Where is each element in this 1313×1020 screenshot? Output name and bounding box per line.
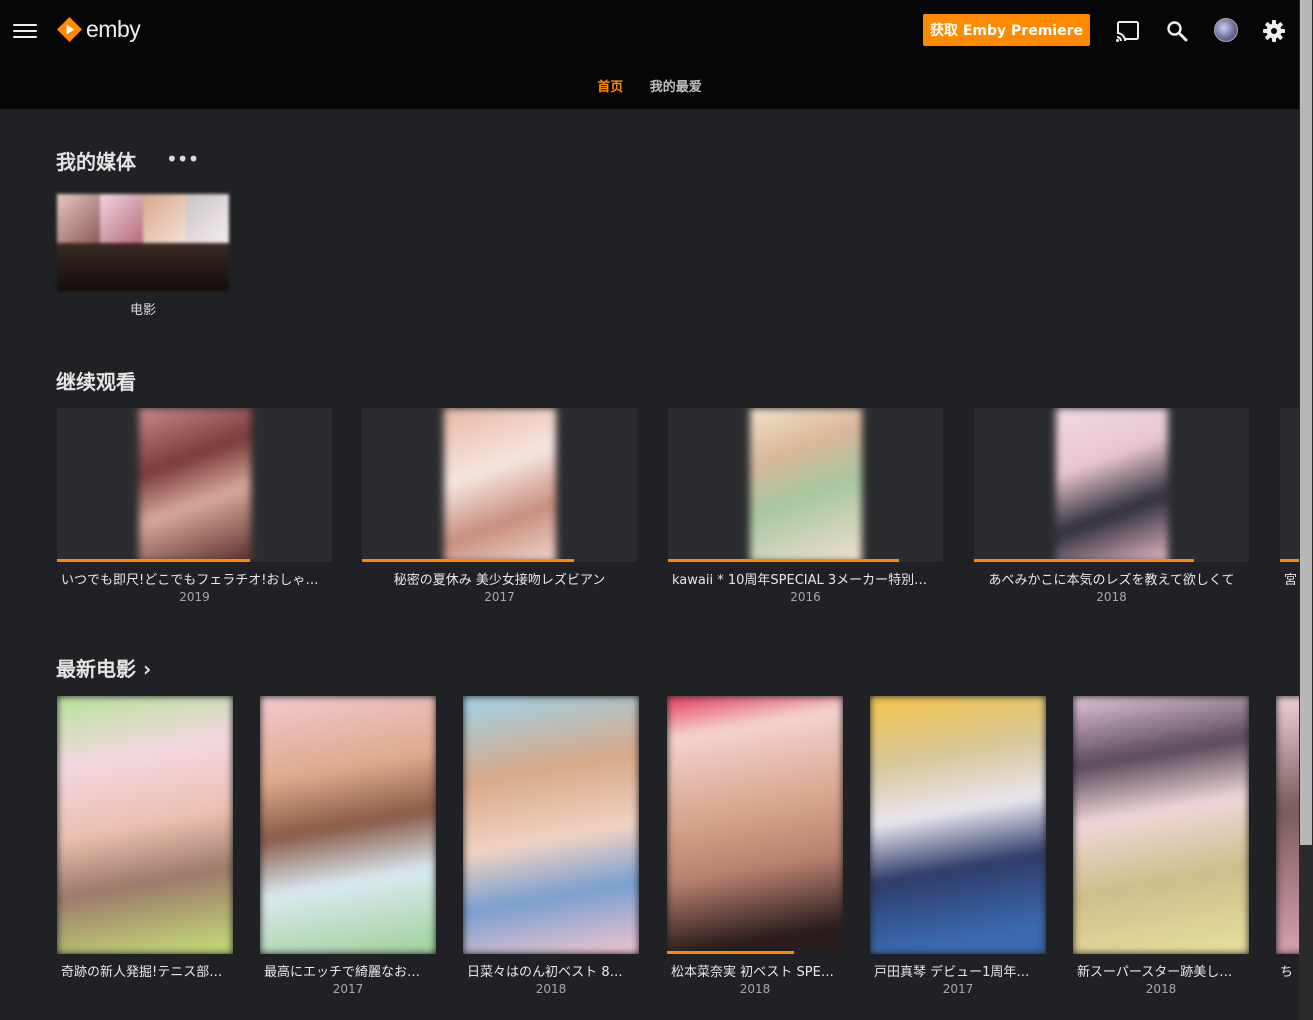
card-title: kawaii * 10周年SPECIAL 3メーカー特別コラボ [672,573,943,588]
watch-progress-bar [57,559,250,562]
card-title: いつでも即尺!どこでもフェラチオ!おしゃぶり大好きドスケベ美少女 [61,573,332,588]
movie-poster [260,696,436,954]
main-tabs: 首页 我的最爱 [0,76,1299,95]
tab-home[interactable]: 首页 [597,76,623,95]
page-scrollbar[interactable] [1299,0,1313,1020]
movie-card[interactable]: 最高にエッチで綺麗なお姉さん 2017 [260,696,436,996]
tab-favorites[interactable]: 我的最爱 [650,76,702,95]
gear-icon[interactable] [1261,18,1287,44]
movie-card[interactable]: 新スーパースター跡美しゅり 2018 [1073,696,1249,996]
continue-watching-thumbnail [974,408,1249,562]
continue-watching-thumbnail [668,408,943,562]
movie-card[interactable]: 奇跡の新人発掘!テニス部美少女 [57,696,233,982]
card-title: 松本菜奈実 初ベスト SPECIAL [671,965,843,980]
card-year: 2017 [484,590,515,604]
scrollbar-thumb[interactable] [1300,0,1312,845]
library-label: 电影 [129,303,156,318]
continue-watching-title: 继续观看 [56,370,136,394]
library-card-movies[interactable]: 电影 [57,194,229,318]
card-title: 秘密の夏休み 美少女接吻レズビアン [393,573,606,588]
card-title: 新スーパースター跡美しゅり [1077,965,1246,980]
continue-watching-card[interactable]: kawaii * 10周年SPECIAL 3メーカー特別コラボ 2016 [668,408,943,604]
card-title: 日菜々はのん初ベスト 8時間 [467,965,636,980]
card-title: 奇跡の新人発掘!テニス部美少女 [61,965,233,980]
app-header: emby 获取 Emby Premiere 首页 我的最爱 [0,0,1299,109]
emby-logo-icon [56,16,83,43]
movie-poster [667,696,843,954]
user-avatar[interactable] [1214,18,1238,42]
continue-watching-card[interactable]: 宮 [1280,408,1299,588]
watch-progress-bar [1280,559,1299,562]
card-year: 2018 [535,982,567,996]
continue-watching-thumbnail [57,408,332,562]
watch-progress-bar [362,559,574,562]
card-title: 宮 [1284,573,1298,588]
movie-poster [1276,696,1299,954]
card-title: ち [1280,965,1294,980]
hamburger-menu-icon[interactable] [13,20,37,44]
movie-poster [463,696,639,954]
library-thumbnail [57,194,229,291]
emby-logo[interactable]: emby [56,16,141,43]
latest-movies-title: 最新电影 [56,657,136,681]
continue-watching-thumbnail [1280,408,1299,562]
movie-card[interactable]: ち [1276,696,1299,980]
chevron-right-icon: › [142,657,152,681]
card-year: 2018 [1096,590,1127,604]
get-premiere-button[interactable]: 获取 Emby Premiere [923,14,1090,46]
continue-watching-thumbnail [362,408,637,562]
continue-watching-card[interactable]: あべみかこに本気のレズを教えて欲しくて 2018 [974,408,1249,604]
watch-progress-bar [974,559,1194,562]
watch-progress-bar [668,559,899,562]
my-media-title: 我的媒体 [56,150,136,174]
card-year: 2018 [1145,982,1177,996]
continue-watching-card[interactable]: 秘密の夏休み 美少女接吻レズビアン 2017 [362,408,637,604]
logo-text: emby [86,16,141,42]
watch-progress-bar [667,951,794,954]
card-year: 2017 [332,982,364,996]
search-icon[interactable] [1164,18,1190,44]
movie-poster [57,696,233,954]
card-year: 2019 [179,590,210,604]
card-year: 2018 [739,982,771,996]
card-title: 戸田真琴 デビュー1周年記念 [874,965,1043,980]
movie-card[interactable]: 日菜々はのん初ベスト 8時間 2018 [463,696,639,996]
card-title: あべみかこに本気のレズを教えて欲しくて [988,573,1235,588]
more-options-icon[interactable]: ••• [166,147,199,171]
card-year: 2017 [942,982,974,996]
movie-poster [870,696,1046,954]
continue-watching-card[interactable]: いつでも即尺!どこでもフェラチオ!おしゃぶり大好きドスケベ美少女 2019 [57,408,332,604]
card-title: 最高にエッチで綺麗なお姉さん [264,965,436,980]
latest-movies-header[interactable]: 最新电影 › [56,653,151,682]
card-year: 2016 [790,590,821,604]
movie-card[interactable]: 松本菜奈実 初ベスト SPECIAL 2018 [667,696,843,996]
cast-icon[interactable] [1115,18,1141,44]
movie-poster [1073,696,1249,954]
movie-card[interactable]: 戸田真琴 デビュー1周年記念 2017 [870,696,1046,996]
